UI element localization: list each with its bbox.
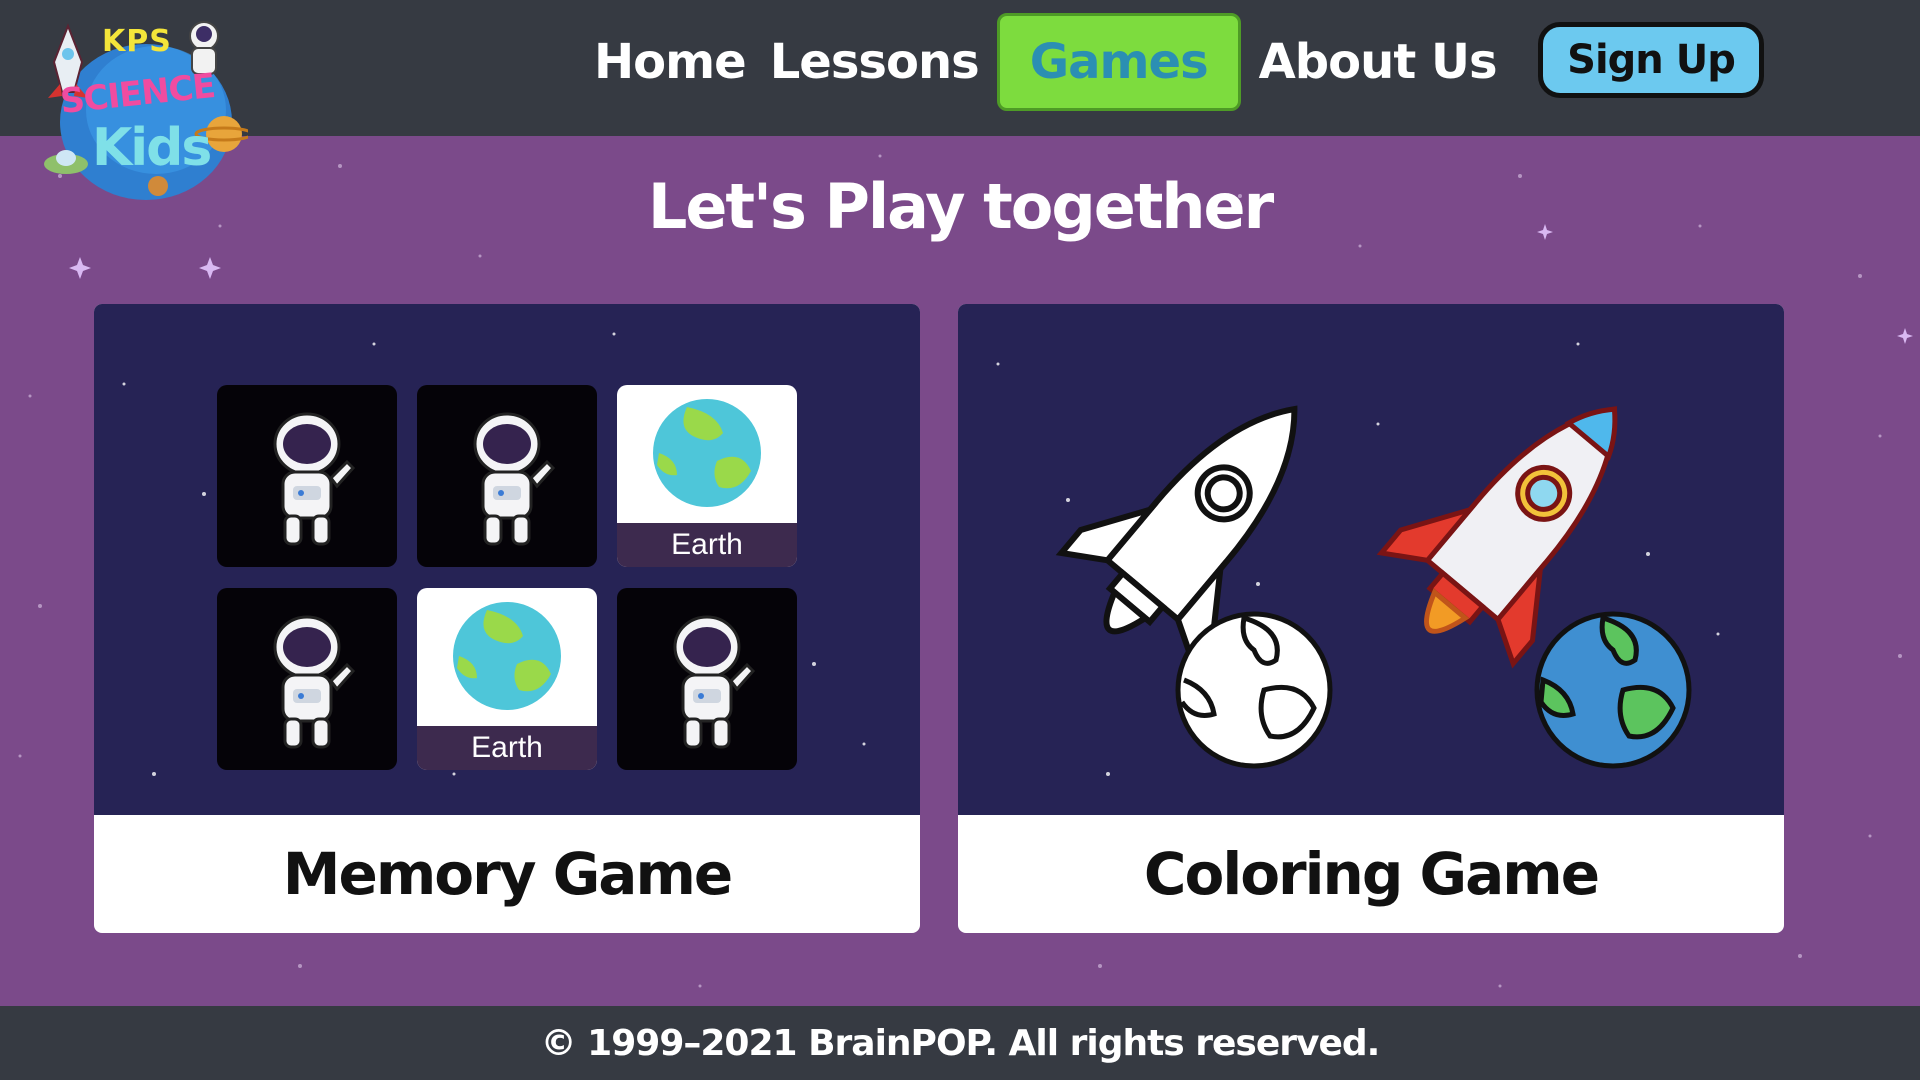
logo-text-kps: KPS bbox=[102, 24, 172, 59]
memory-game-preview: Earth Earth bbox=[94, 304, 920, 815]
memory-card-astronaut[interactable] bbox=[617, 588, 797, 770]
memory-card-caption: Earth bbox=[417, 726, 597, 770]
memory-card-earth[interactable]: Earth bbox=[417, 588, 597, 770]
memory-card-earth[interactable]: Earth bbox=[617, 385, 797, 567]
coloring-game-label[interactable]: Coloring Game bbox=[958, 815, 1784, 933]
coloring-game-card[interactable]: Coloring Game bbox=[958, 304, 1784, 933]
copyright-text: © 1999–2021 BrainPOP. All rights reserve… bbox=[540, 1022, 1381, 1064]
memory-game-card[interactable]: Earth Earth Memory Game bbox=[94, 304, 920, 933]
memory-game-label[interactable]: Memory Game bbox=[94, 815, 920, 933]
nav-lessons[interactable]: Lessons bbox=[758, 13, 991, 111]
colored-globe-icon bbox=[1534, 611, 1692, 769]
memory-card-caption: Earth bbox=[617, 523, 797, 567]
nav-about-us[interactable]: About Us bbox=[1247, 13, 1509, 111]
sign-up-button[interactable]: Sign Up bbox=[1538, 22, 1764, 98]
coloring-game-preview bbox=[958, 304, 1784, 815]
memory-card-astronaut[interactable] bbox=[217, 588, 397, 770]
logo-text-kids: Kids bbox=[92, 118, 212, 178]
page-title: Let's Play together bbox=[647, 170, 1274, 243]
main-navigation: Home Lessons Games About Us bbox=[582, 12, 1509, 112]
uncolored-globe-icon bbox=[1175, 611, 1333, 769]
nav-games[interactable]: Games bbox=[996, 13, 1241, 111]
memory-card-astronaut[interactable] bbox=[217, 385, 397, 567]
memory-card-astronaut[interactable] bbox=[417, 385, 597, 567]
kps-science-kids-logo[interactable]: KPS SCIENCE Kids bbox=[38, 14, 254, 204]
nav-home[interactable]: Home bbox=[582, 13, 758, 111]
footer: © 1999–2021 BrainPOP. All rights reserve… bbox=[0, 1006, 1920, 1080]
